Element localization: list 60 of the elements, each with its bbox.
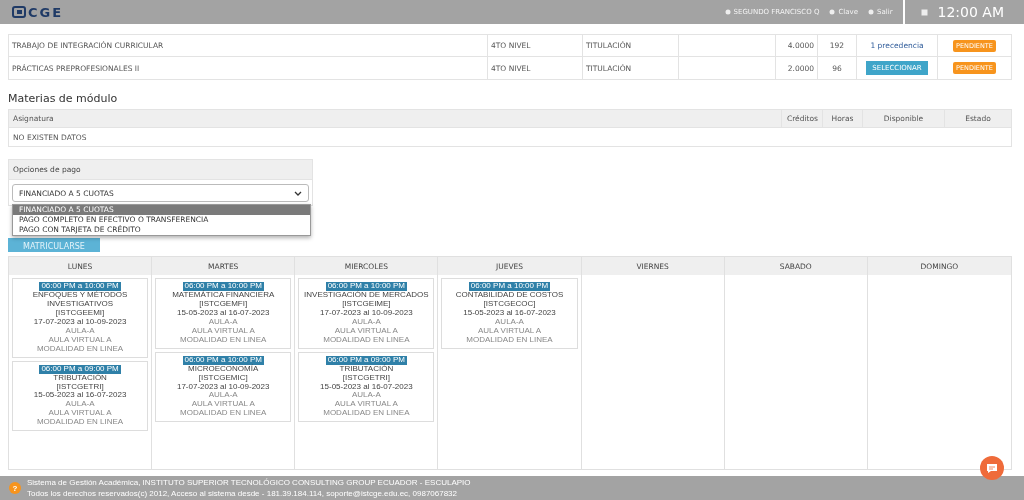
footer-text: Todos los derechos reservados(c) 2012, Acceso al sistema desde - 181.39.184.114, soporte@istcge.edu.ec, 0987067832 xyxy=(27,489,459,498)
course-name: ENFOQUES Y MÉTODOS INVESTIGATIVOS xyxy=(31,290,129,309)
course-name: TRIBUTACIÓN xyxy=(339,364,394,374)
enroll-button[interactable]: MATRICULARSE xyxy=(8,238,100,252)
chat-button[interactable] xyxy=(980,456,1004,480)
virtual-room: AULA VIRTUAL A xyxy=(191,326,255,336)
virtual-room: AULA VIRTUAL A xyxy=(477,326,542,336)
virtual-room: AULA VIRTUAL A xyxy=(48,409,112,419)
virtual-room: AULA VIRTUAL A xyxy=(191,400,255,410)
room-label: AULA-A xyxy=(208,317,238,327)
time-badge: 06:00 PM a 10:00 PM xyxy=(468,282,551,291)
course-name: MATEMÁTICA FINANCIERA xyxy=(172,290,275,300)
date-range: 17-07-2023 al 10-09-2023 xyxy=(33,317,127,327)
date-range: 15-05-2023 al 16-07-2023 xyxy=(176,308,270,318)
time-badge: 06:00 PM a 10:00 PM xyxy=(182,282,264,291)
course-code: [ISTCGETRI] xyxy=(56,382,104,391)
virtual-room: AULA VIRTUAL A xyxy=(334,400,398,410)
date-range: 15-05-2023 al 16-07-2023 xyxy=(463,308,556,318)
logo-text: CGE xyxy=(28,4,64,20)
course-code: [ISTCGEEMI] xyxy=(55,308,105,318)
room-label: AULA-A xyxy=(351,391,381,401)
room-label: AULA-A xyxy=(65,400,95,410)
time-badge: 06:00 PM a 10:00 PM xyxy=(325,282,408,291)
room-label: AULA-A xyxy=(495,317,524,327)
modality-label: MODALIDAD EN LINEA xyxy=(36,344,124,354)
time-badge: 06:00 PM a 09:00 PM xyxy=(39,364,121,374)
modality-label: MODALIDAD EN LINEA xyxy=(466,335,553,345)
modality-label: MODALIDAD EN LINEA xyxy=(180,335,267,345)
course-name: TRIBUTACIÓN xyxy=(53,373,107,383)
modality-label: MODALIDAD EN LINEA xyxy=(36,418,124,428)
date-range: 15-05-2023 al 16-07-2023 xyxy=(33,391,127,401)
time-badge: 06:00 PM a 10:00 PM xyxy=(182,355,264,365)
virtual-room: AULA VIRTUAL A xyxy=(334,326,398,336)
date-range: 17-07-2023 al 10-09-2023 xyxy=(320,308,413,318)
modality-label: MODALIDAD EN LINEA xyxy=(323,409,410,419)
help-button[interactable]: ? xyxy=(9,482,21,494)
room-label: AULA-A xyxy=(351,317,381,327)
time-badge: 06:00 PM a 10:00 PM xyxy=(39,282,121,291)
modality-label: MODALIDAD EN LINEA xyxy=(323,335,410,345)
course-code: [ISTCGECOC] xyxy=(483,299,536,309)
chat-icon xyxy=(986,462,998,474)
chevron-icon xyxy=(294,190,302,196)
footer-text: Sistema de Gestión Académica, INSTITUTO SUPERIOR TECNOLÓGICO CONSULTING GROUP ECUADOR - ESCULAPIO xyxy=(27,478,471,487)
course-code: [ISTCGEMIC] xyxy=(198,373,248,382)
date-range: 15-05-2023 al 16-07-2023 xyxy=(320,382,413,392)
section-title: Materias de módulo xyxy=(8,92,119,105)
course-name: INVESTIGACIÓN DE MERCADOS xyxy=(304,290,429,300)
room-label: AULA-A xyxy=(208,391,238,401)
course-code: [ISTCGEIME] xyxy=(342,299,391,309)
room-label: AULA-A xyxy=(65,326,95,336)
modality-label: MODALIDAD EN LINEA xyxy=(180,409,267,419)
logo-icon xyxy=(12,6,26,18)
course-code: [ISTCGEMFI] xyxy=(199,299,248,309)
course-code: [ISTCGETRI] xyxy=(342,373,390,382)
course-name: MICROECONOMÍA xyxy=(188,364,259,374)
time-badge: 06:00 PM a 09:00 PM xyxy=(325,355,408,365)
clock-time: 12:00 AM xyxy=(937,4,1004,20)
date-range: 17-07-2023 al 10-09-2023 xyxy=(176,382,270,392)
course-name: CONTABILIDAD DE COSTOS xyxy=(455,290,564,300)
virtual-room: AULA VIRTUAL A xyxy=(48,335,112,345)
